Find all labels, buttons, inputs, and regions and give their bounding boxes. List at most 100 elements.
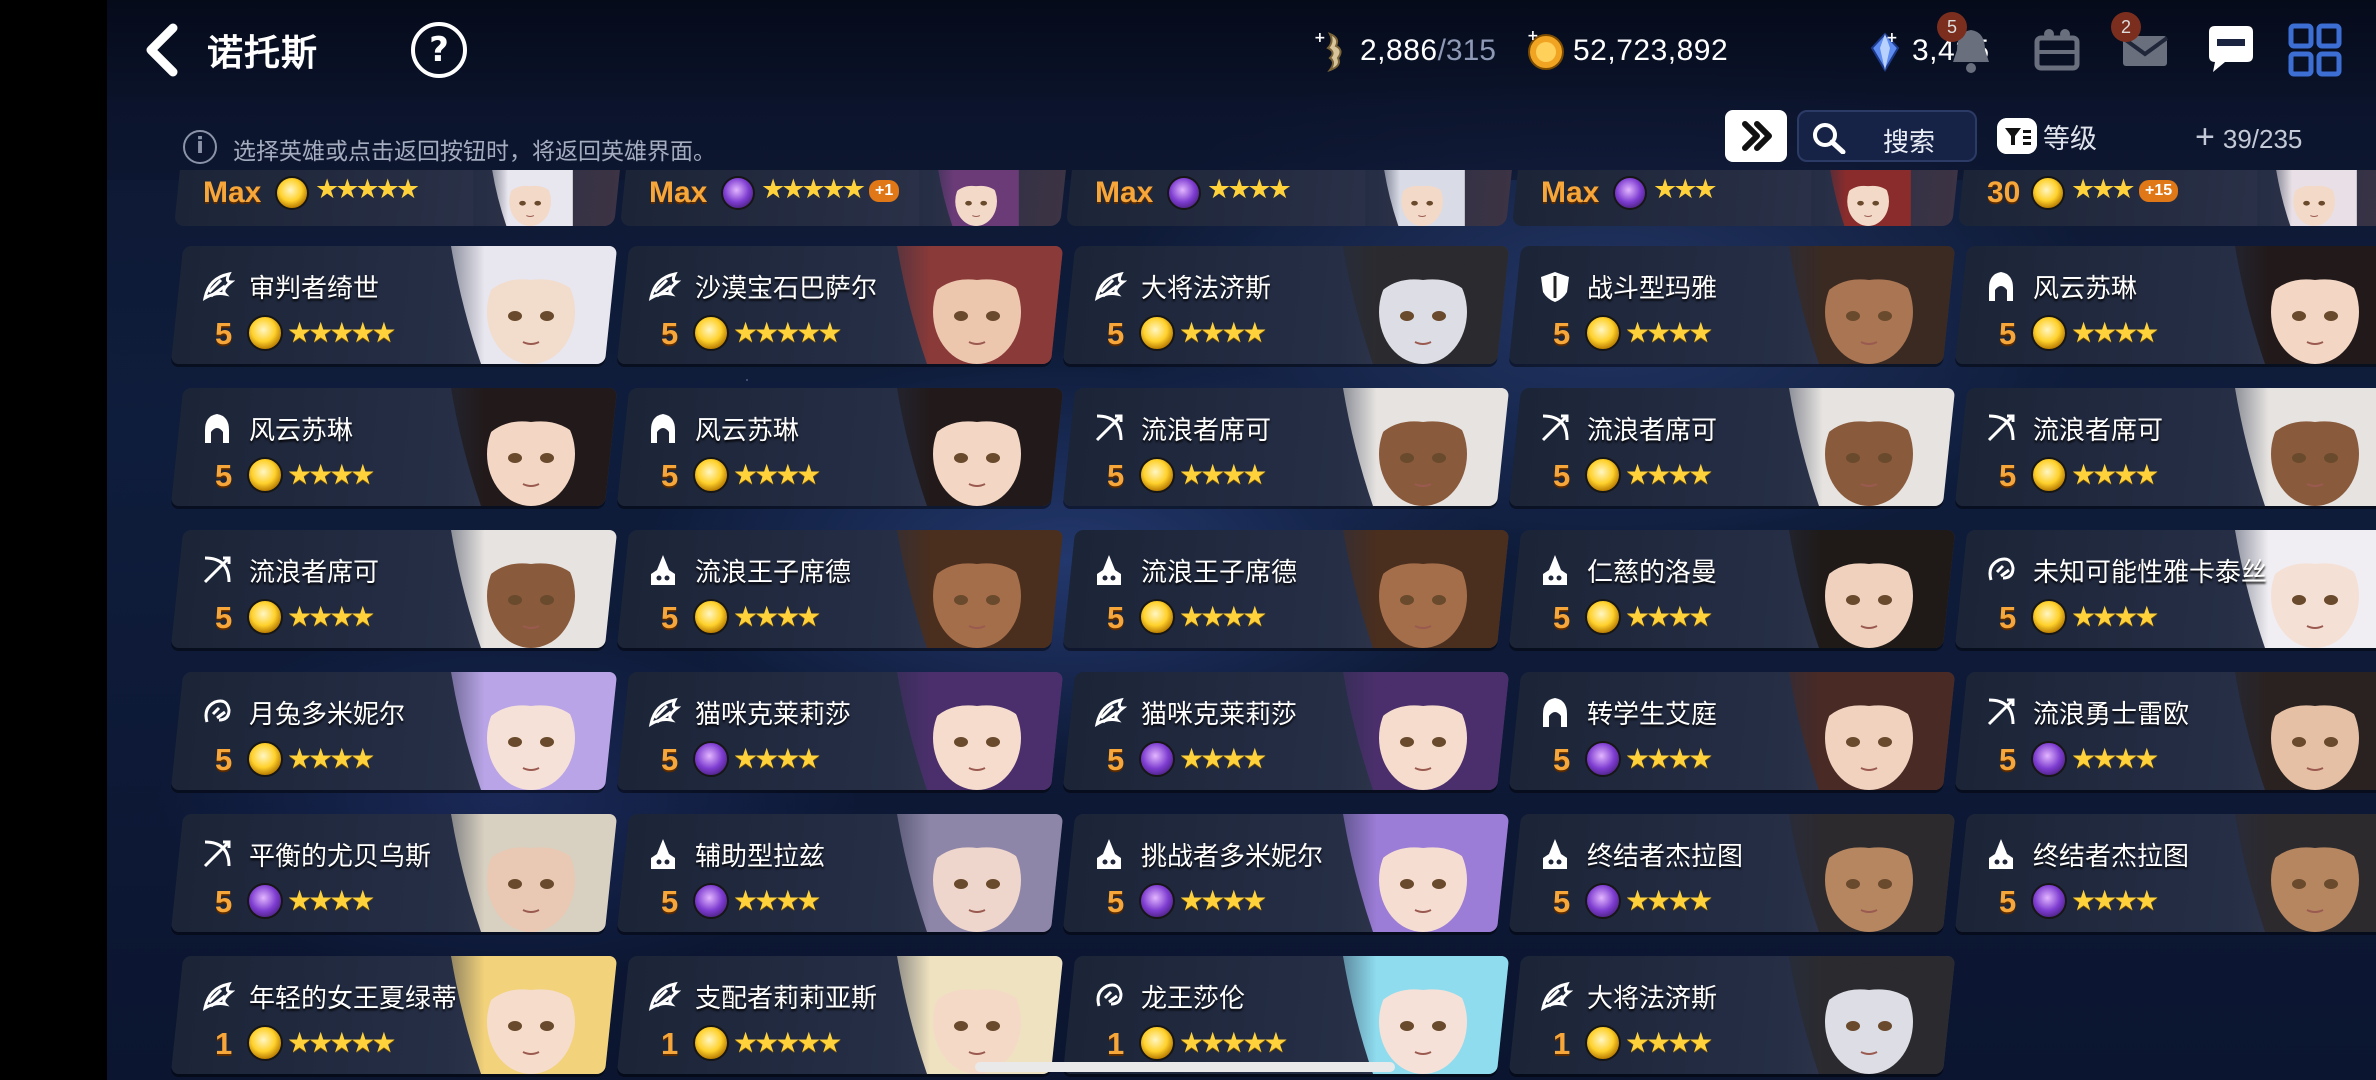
hero-name: 猫咪克莱莉莎 xyxy=(1141,700,1298,730)
hero-card[interactable]: 大将法济斯 1 ★★★★ xyxy=(1508,956,1956,1074)
hero-name: 流浪者席可 xyxy=(2033,416,2164,446)
wing-class-icon xyxy=(648,697,681,728)
hero-card[interactable]: 沙漠宝石巴萨尔 5 ★★★★★ xyxy=(616,246,1064,364)
help-button[interactable]: ? xyxy=(411,22,467,78)
star-rating: ★★★★ xyxy=(1625,884,1710,917)
hero-card[interactable]: 挑战者多米妮尔 5 ★★★★ xyxy=(1062,814,1510,932)
hood-class-icon xyxy=(1543,698,1567,727)
support-class-icon xyxy=(1096,983,1123,1007)
dark-element-icon xyxy=(2031,741,2067,777)
fast-forward-button[interactable] xyxy=(1725,110,1787,162)
chat-button[interactable] xyxy=(2203,22,2259,78)
hero-card[interactable]: 平衡的尤贝乌斯 5 ★★★★ xyxy=(170,814,618,932)
light-element-icon xyxy=(2031,599,2067,635)
sort-button[interactable]: 等级 xyxy=(1997,116,2097,156)
hero-portrait xyxy=(1303,246,1510,364)
light-element-icon xyxy=(247,741,283,777)
hero-level: 5 xyxy=(661,458,679,493)
light-element-icon xyxy=(2031,315,2067,351)
hero-level: 5 xyxy=(1107,884,1125,919)
light-element-icon xyxy=(1139,599,1175,635)
hero-level: Max xyxy=(1541,176,1600,209)
hero-card[interactable]: 流浪王子席德 5 ★★★★ xyxy=(1062,530,1510,648)
hero-portrait xyxy=(1749,672,1956,790)
hero-card[interactable]: 终结者杰拉图 5 ★★★★ xyxy=(1508,814,1956,932)
hero-card[interactable]: 年轻的女王夏绿蒂 1 ★★★★★ xyxy=(170,956,618,1074)
stamina-resource[interactable]: + 2,886 /315 xyxy=(1312,26,1496,76)
hero-card[interactable]: 流浪王子席德 5 ★★★★ xyxy=(616,530,1064,648)
dark-element-icon xyxy=(1585,883,1621,919)
light-element-icon xyxy=(693,1025,729,1061)
hero-level: 5 xyxy=(661,316,679,351)
hero-card[interactable]: 转学生艾庭 5 ★★★★ xyxy=(1508,672,1956,790)
wing-class-icon xyxy=(1540,981,1573,1012)
hero-card[interactable]: 战斗型玛雅 5 ★★★★ xyxy=(1508,246,1956,364)
hero-level: 5 xyxy=(215,742,233,777)
hero-portrait xyxy=(2195,530,2376,648)
hero-level: 5 xyxy=(1999,458,2017,493)
hero-name: 未知可能性雅卡泰丝 xyxy=(2033,558,2268,588)
hero-card[interactable]: 月兔多米妮尔 5 ★★★★ xyxy=(170,672,618,790)
hero-portrait xyxy=(1811,170,1911,226)
hero-name: 流浪者席可 xyxy=(1141,416,1272,446)
partial-hero-card[interactable]: Max ★★★★★ xyxy=(174,170,620,226)
menu-button[interactable] xyxy=(2287,22,2343,78)
svg-text:+: + xyxy=(1314,30,1326,46)
bow-class-icon xyxy=(1987,698,2015,726)
hero-card[interactable]: 仁慈的洛曼 5 ★★★★ xyxy=(1508,530,1956,648)
hero-card[interactable]: 支配者莉莉亚斯 1 ★★★★★ xyxy=(616,956,1064,1074)
svg-text:+: + xyxy=(1527,30,1539,44)
hero-card[interactable]: 风云苏琳 5 ★★★★ xyxy=(1954,246,2376,364)
hero-name: 沙漠宝石巴萨尔 xyxy=(695,274,878,304)
hero-level: 5 xyxy=(1107,742,1125,777)
hero-portrait xyxy=(1749,246,1956,364)
search-button[interactable]: 搜索 xyxy=(1797,110,1977,162)
hero-portrait xyxy=(2257,170,2357,226)
star-rating: ★★★★ xyxy=(1179,884,1264,917)
star-rating: ★★★★ xyxy=(1625,458,1710,491)
hero-card[interactable]: 未知可能性雅卡泰丝 5 ★★★★ xyxy=(1954,530,2376,648)
hero-level: 5 xyxy=(215,600,233,635)
partial-hero-card[interactable]: Max ★★★ xyxy=(1512,170,1958,226)
partial-hero-card[interactable]: 30 ★★★ +15 xyxy=(1958,170,2376,226)
hero-card[interactable]: 流浪者席可 5 ★★★★ xyxy=(1954,388,2376,506)
hero-card[interactable]: 流浪者席可 5 ★★★★ xyxy=(1508,388,1956,506)
notification-button[interactable]: 5 xyxy=(1937,12,1999,78)
light-element-icon xyxy=(247,315,283,351)
hero-card[interactable]: 猫咪克莱莉莎 5 ★★★★ xyxy=(616,672,1064,790)
shield-class-icon xyxy=(1541,272,1569,302)
partial-hero-card[interactable]: Max ★★★★★ +1 xyxy=(620,170,1066,226)
home-indicator[interactable] xyxy=(975,1062,1395,1072)
light-element-icon xyxy=(1139,1025,1175,1061)
hero-card[interactable]: 猫咪克莱莉莎 5 ★★★★ xyxy=(1062,672,1510,790)
hero-card[interactable]: 大将法济斯 5 ★★★★ xyxy=(1062,246,1510,364)
hero-name: 战斗型玛雅 xyxy=(1587,274,1718,304)
mail-button[interactable]: 2 xyxy=(2111,12,2173,78)
hero-card[interactable]: 流浪勇士雷欧 5 ★★★★ xyxy=(1954,672,2376,790)
back-arrow-icon[interactable] xyxy=(137,22,193,78)
hero-portrait xyxy=(411,388,618,506)
star-rating: ★★★★ xyxy=(2071,742,2156,775)
party-button[interactable] xyxy=(2029,22,2085,78)
hero-card[interactable]: 风云苏琳 5 ★★★★ xyxy=(616,388,1064,506)
hero-card[interactable]: 龙王莎伦 1 ★★★★★ xyxy=(1062,956,1510,1074)
star-rating: ★★★ xyxy=(1653,174,1714,205)
light-element-icon xyxy=(247,1025,283,1061)
grid-menu-icon xyxy=(2288,23,2342,77)
hero-portrait xyxy=(1749,956,1956,1074)
gold-resource[interactable]: + 52,723,892 xyxy=(1525,26,1728,76)
star-rating: ★★★★ xyxy=(287,600,372,633)
hero-card[interactable]: 风云苏琳 5 ★★★★ xyxy=(170,388,618,506)
hero-card[interactable]: 流浪者席可 5 ★★★★ xyxy=(170,530,618,648)
hero-card[interactable]: 流浪者席可 5 ★★★★ xyxy=(1062,388,1510,506)
hero-portrait xyxy=(411,672,618,790)
hero-card[interactable]: 辅助型拉兹 5 ★★★★ xyxy=(616,814,1064,932)
hero-level: Max xyxy=(203,176,262,209)
hood-class-icon xyxy=(1989,272,2013,301)
star-rating: ★★★★ xyxy=(2071,884,2156,917)
hero-card[interactable]: 终结者杰拉图 5 ★★★★ xyxy=(1954,814,2376,932)
star-rating: ★★★★ xyxy=(733,600,818,633)
hero-card[interactable]: 审判者绮世 5 ★★★★★ xyxy=(170,246,618,364)
crystal-icon: + xyxy=(1870,30,1900,72)
partial-hero-card[interactable]: Max ★★★★ xyxy=(1066,170,1512,226)
